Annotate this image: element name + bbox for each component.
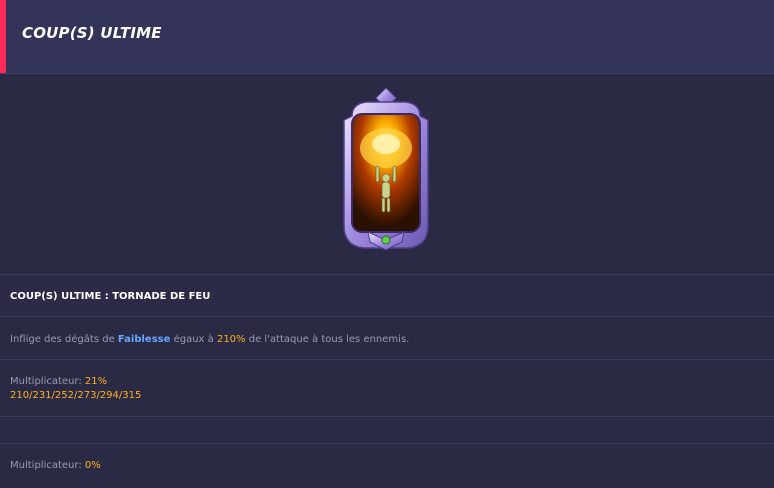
desc-middle: égaux à — [170, 334, 217, 345]
spacer-row — [0, 416, 774, 444]
skill-title-row: COUP(S) ULTIME : TORNADE DE FEU — [0, 274, 774, 317]
skill-card-image — [343, 87, 429, 251]
header-accent-bar — [0, 0, 6, 73]
multiplier-label-2: Multiplicateur: — [10, 460, 85, 471]
level-values: 210/231/252/273/294/315 — [10, 390, 142, 401]
multiplier-label: Multiplicateur: — [10, 376, 85, 387]
skill-description: Inflige des dégâts de Faiblesse égaux à … — [10, 334, 409, 345]
multiplier-value: 21% — [84, 376, 108, 387]
multiplier-row: Multiplicateur: 21% 210/231/252/273/294/… — [0, 359, 774, 417]
weakness-keyword: Faiblesse — [117, 334, 171, 345]
multiplier-value-2: 0% — [84, 460, 101, 471]
section-header: COUP(S) ULTIME — [0, 0, 774, 74]
desc-prefix: Inflige des dégâts de — [10, 334, 118, 345]
section-title: COUP(S) ULTIME — [22, 24, 162, 42]
desc-suffix: de l'attaque à tous les ennemis. — [245, 334, 410, 345]
damage-percent: 210% — [216, 334, 246, 345]
skill-description-row: Inflige des dégâts de Faiblesse égaux à … — [0, 316, 774, 360]
multiplier-line: Multiplicateur: 21% — [10, 376, 107, 387]
multiplier-row-2: Multiplicateur: 0% — [0, 443, 774, 488]
skill-name: COUP(S) ULTIME : TORNADE DE FEU — [10, 291, 211, 302]
multiplier-line-2: Multiplicateur: 0% — [10, 460, 101, 471]
